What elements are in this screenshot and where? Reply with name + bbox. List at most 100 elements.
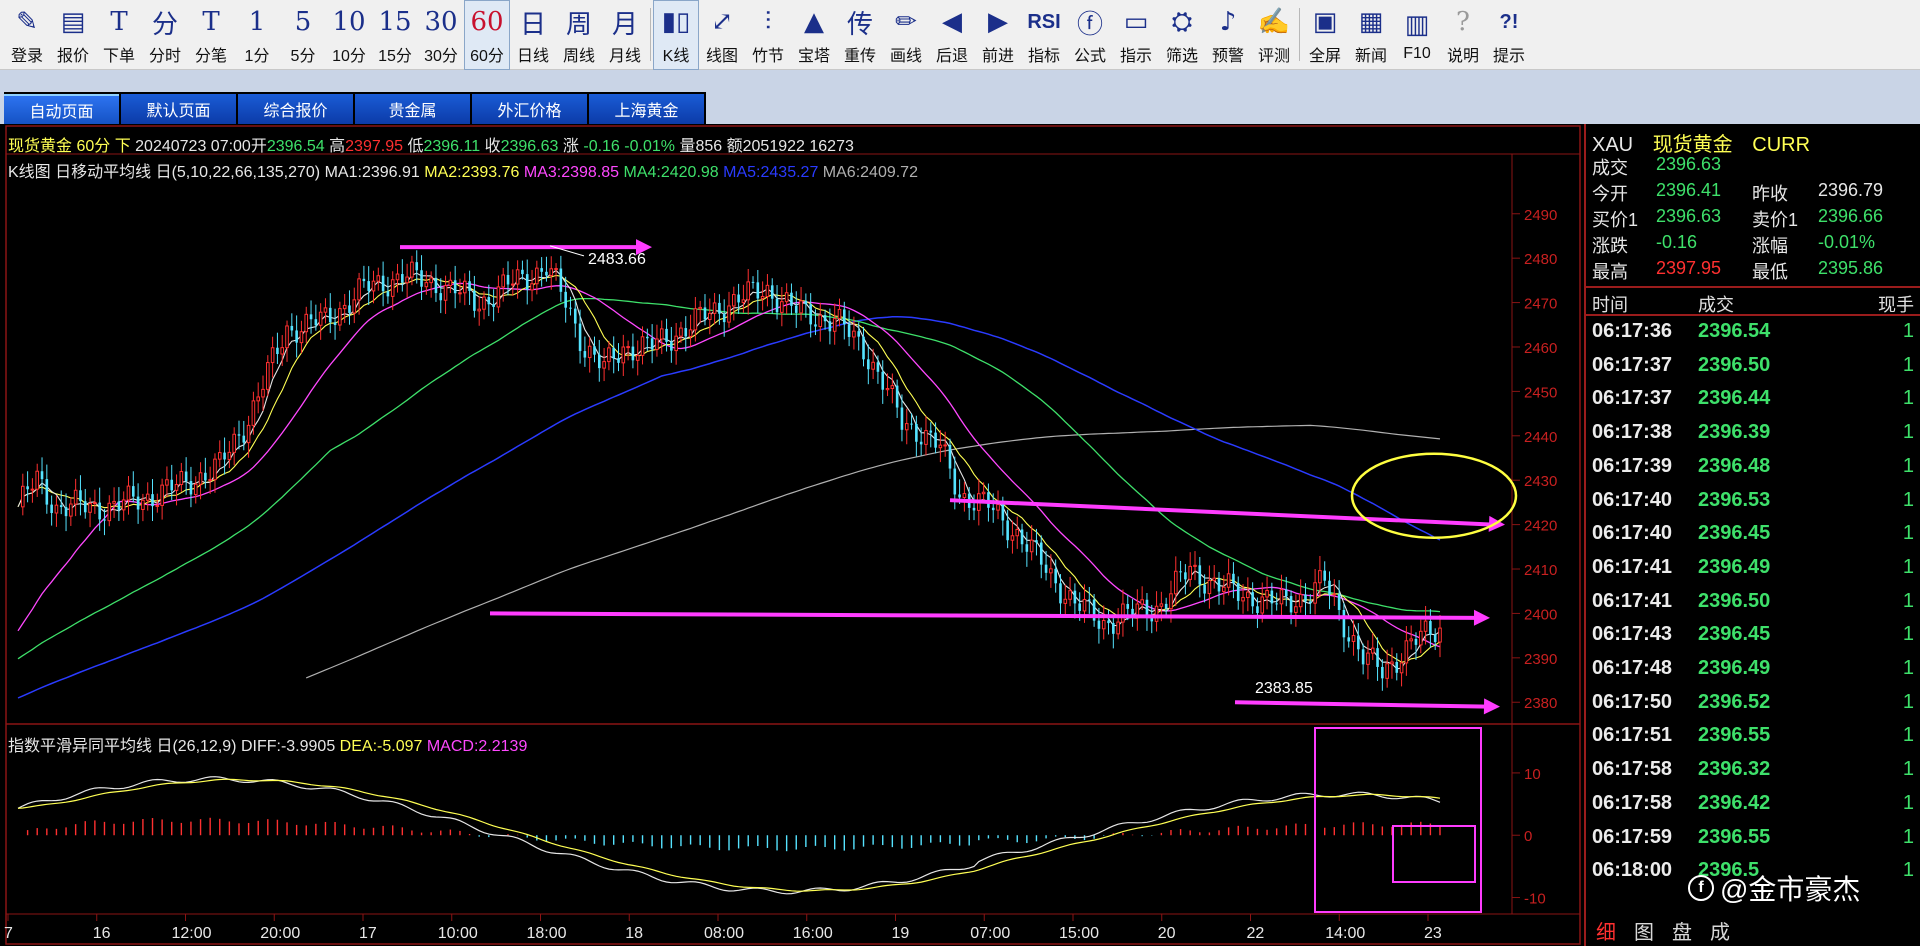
- toolbar-button-31[interactable]: ? 说明: [1440, 0, 1486, 70]
- tick-volume: 1: [1902, 421, 1914, 444]
- tick-price: 2396.45: [1698, 623, 1771, 646]
- toolbar-button-16[interactable]: ⫶ 竹节: [745, 0, 791, 70]
- ticks-header-time: 时间: [1592, 295, 1628, 315]
- toolbar-button-29[interactable]: ▦ 新闻: [1348, 0, 1394, 70]
- tab-0[interactable]: 自动页面: [4, 94, 119, 124]
- tick-volume: 1: [1902, 623, 1914, 646]
- toolbar-button-26[interactable]: ♪ 预警: [1205, 0, 1251, 70]
- toolbar-button-0[interactable]: ✎ 登录: [4, 0, 50, 70]
- candle-body: [578, 323, 582, 352]
- tick-time: 06:17:43: [1592, 623, 1673, 646]
- watermark-text: @金市豪杰: [1720, 874, 1861, 905]
- tick-icon: T: [202, 7, 220, 37]
- chart-area[interactable]: 2490 2480 2470 2460 2450 2440 2430 2420 2410 2400…: [0, 124, 1584, 946]
- dea-value: DEA:-5.097: [339, 738, 423, 755]
- candle-body: [79, 490, 82, 502]
- candle-body: [1399, 662, 1404, 674]
- candle-body: [160, 484, 164, 506]
- back-icon: ◀: [942, 7, 962, 37]
- tab-5[interactable]: 上海黄金: [589, 94, 704, 124]
- toolbar-button-label: 预警: [1211, 48, 1244, 65]
- toolbar-button-17[interactable]: ▲ 宝塔: [791, 0, 837, 70]
- candle-body: [381, 275, 385, 292]
- toolbar-button-10[interactable]: 60 60分: [464, 0, 510, 70]
- panel-tab-3[interactable]: 成: [1710, 916, 1730, 945]
- candle-body: [405, 276, 409, 284]
- candle-body: [1385, 663, 1389, 679]
- candle-body: [659, 328, 664, 340]
- toolbar-button-4[interactable]: T 分笔: [188, 0, 234, 70]
- toolbar-button-11[interactable]: 日日线: [510, 0, 556, 70]
- toolbar-button-15[interactable]: ⤢ 线图: [699, 0, 745, 70]
- toolbar-button-25[interactable]: ⛭ 筛选: [1159, 0, 1205, 70]
- candle-body: [256, 396, 261, 402]
- toolbar-button-32[interactable]: ?! 提示: [1486, 0, 1532, 70]
- tab-1[interactable]: 默认页面: [121, 94, 236, 124]
- candle-body: [496, 286, 501, 308]
- panel-tab-2[interactable]: 盘: [1672, 916, 1692, 945]
- toolbar-button-23[interactable]: ⓕ 公式: [1067, 0, 1113, 70]
- candle-body: [410, 261, 414, 278]
- candle-body: [1193, 564, 1197, 567]
- toolbar-button-24[interactable]: ▭ 指示: [1113, 0, 1159, 70]
- price-axis-label: 2430: [1524, 473, 1557, 490]
- toolbar-button-label: 日线: [516, 48, 549, 65]
- toolbar-button-27[interactable]: ✍ 评测: [1251, 0, 1297, 70]
- candle-body: [1265, 590, 1269, 598]
- time-axis-label: 17: [359, 925, 377, 942]
- toolbar-button-7[interactable]: 10 10分: [326, 0, 372, 70]
- toolbar-button-19[interactable]: ✏ 画线: [883, 0, 929, 70]
- tower-icon: ▲: [804, 7, 824, 37]
- arrow-low-shaft: [1234, 700, 1489, 709]
- kline-chart[interactable]: 2490 2480 2470 2460 2450 2440 2430 2420 2410 2400…: [0, 124, 1584, 946]
- toolbar-button-20[interactable]: ◀ 后退: [929, 0, 975, 70]
- candle-body: [746, 281, 751, 301]
- toolbar-button-21[interactable]: ▶ 前进: [975, 0, 1021, 70]
- toolbar-button-18[interactable]: 传重传: [837, 0, 883, 70]
- panel-tab-1[interactable]: 图: [1634, 916, 1654, 945]
- tab-3[interactable]: 贵金属: [355, 94, 470, 124]
- time-axis-label: 7: [4, 925, 13, 942]
- candle-body: [953, 468, 957, 495]
- toolbar-button-12[interactable]: 周周线: [556, 0, 602, 70]
- candle-body: [554, 268, 558, 271]
- candle-body: [453, 280, 457, 294]
- toolbar-button-1[interactable]: ▤ 报价: [50, 0, 96, 70]
- bar-close: 2396.63: [500, 138, 559, 155]
- toolbar-button-14[interactable]: ▮▯ K线: [653, 0, 699, 70]
- toolbar-button-label: 分笔: [194, 48, 227, 65]
- toolbar-button-30[interactable]: ▥ F10: [1394, 0, 1440, 70]
- diff-value: DIFF:-3.9905: [240, 738, 336, 755]
- indicate-icon: ▭: [1123, 7, 1149, 37]
- candle-body: [136, 496, 140, 510]
- candle-body: [722, 313, 726, 323]
- candle-body: [1015, 528, 1020, 537]
- toolbar-button-2[interactable]: T 下单: [96, 0, 142, 70]
- toolbar-button-label: 下单: [102, 48, 135, 65]
- tab-4[interactable]: 外汇价格: [472, 94, 587, 124]
- toolbar-button-6[interactable]: 5 5分: [280, 0, 326, 70]
- candle-body: [184, 471, 188, 481]
- toolbar-button-8[interactable]: 15 15分: [372, 0, 418, 70]
- candle-body: [587, 345, 592, 359]
- candle-body: [862, 336, 865, 360]
- candle-body: [1025, 544, 1029, 552]
- candle-body: [525, 274, 529, 290]
- toolbar-button-28[interactable]: ▣ 全屏: [1302, 0, 1348, 70]
- toolbar-button-13[interactable]: 月月线: [602, 0, 648, 70]
- toolbar-button-3[interactable]: 分分时: [142, 0, 188, 70]
- tab-2[interactable]: 综合报价: [238, 94, 353, 124]
- toolbar-button-9[interactable]: 30 30分: [418, 0, 464, 70]
- toolbar-button-label: 5分: [290, 48, 316, 65]
- panel-tab-0[interactable]: 细: [1596, 916, 1616, 945]
- candle-body: [1294, 606, 1298, 613]
- quote-label: 昨收: [1752, 184, 1788, 204]
- toolbar-button-5[interactable]: 1 1分: [234, 0, 280, 70]
- tick-row: 06:17:36 2396.54 1: [1586, 320, 1920, 352]
- tick-time: 06:18:00: [1592, 859, 1673, 882]
- toolbar-button-label: 1分: [244, 48, 270, 65]
- toolbar-button-22[interactable]: RSI 指标: [1021, 0, 1067, 70]
- time-axis-label: 16:00: [793, 925, 833, 942]
- candle-body: [1054, 568, 1057, 584]
- open-label: 开: [250, 138, 267, 155]
